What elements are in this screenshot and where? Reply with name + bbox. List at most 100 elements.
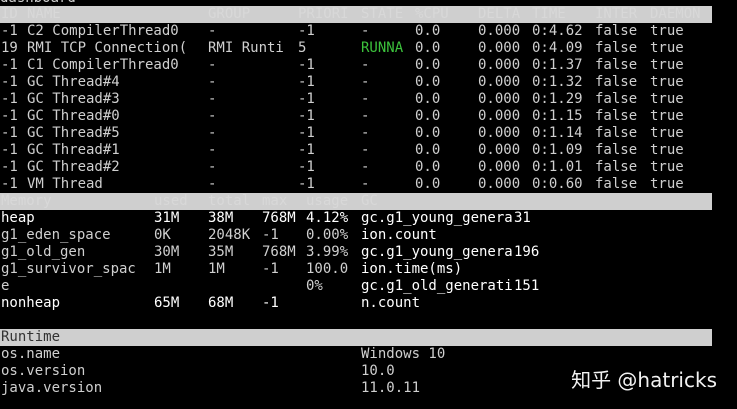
memory-max-cell: 768M xyxy=(262,244,296,260)
thread-interrupted-cell: false xyxy=(595,74,638,90)
memory-gc-cell: gc.g1_old_generatio xyxy=(361,278,513,294)
watermark-text: 知乎 @hatricks xyxy=(571,368,717,392)
thread-name-cell: C1 CompilerThread0 xyxy=(27,57,179,73)
thread-daemon-cell: true xyxy=(650,57,684,73)
memory-row[interactable]: heap 31M 38M 768M 4.12% gc.g1_young_generat 31 xyxy=(0,210,737,227)
thread-col-delta: DELTA xyxy=(478,6,521,22)
memory-col-total: total xyxy=(208,193,251,209)
thread-group-cell: - xyxy=(208,108,217,124)
thread-row[interactable]: -1 GC Thread#1 - -1 - 0.0 0.000 0:1.09 false true xyxy=(0,142,737,159)
memory-name-cell: g1_eden_space xyxy=(1,227,111,243)
thread-group-cell: - xyxy=(208,142,217,158)
thread-col-interrupted: INTER xyxy=(595,6,638,22)
thread-state-cell: - xyxy=(361,176,370,192)
thread-state-cell: RUNNA xyxy=(361,40,404,56)
memory-row[interactable]: nonheap 65M 68M -1 n.count xyxy=(0,295,737,312)
thread-daemon-cell: true xyxy=(650,74,684,90)
memory-max-cell: -1 xyxy=(262,227,279,243)
memory-max-cell: 768M xyxy=(262,210,296,226)
memory-col-usage: usage xyxy=(306,193,349,209)
thread-time-cell: 0:1.01 xyxy=(532,159,583,175)
thread-id-cell: -1 xyxy=(1,159,18,175)
thread-col-priority: PRIORI xyxy=(298,6,349,22)
runtime-row[interactable]: os.name Windows 10 xyxy=(0,346,737,363)
thread-row[interactable]: -1 GC Thread#2 - -1 - 0.0 0.000 0:1.01 false true xyxy=(0,159,737,176)
memory-used-cell: 31M xyxy=(154,210,180,226)
thread-cpu-cell: 0.0 xyxy=(415,74,441,90)
thread-row[interactable]: -1 C1 CompilerThread0 - -1 - 0.0 0.000 0:1.37 fa… xyxy=(0,57,737,74)
thread-id-cell: 19 xyxy=(1,40,18,56)
thread-row[interactable]: -1 GC Thread#4 - -1 - 0.0 0.000 0:1.32 false true xyxy=(0,74,737,91)
thread-id-cell: -1 xyxy=(1,74,18,90)
thread-time-cell: 0:1.29 xyxy=(532,91,583,107)
thread-daemon-cell: true xyxy=(650,91,684,107)
thread-interrupted-cell: false xyxy=(595,23,638,39)
thread-cpu-cell: 0.0 xyxy=(415,125,441,141)
thread-row[interactable]: -1 GC Thread#5 - -1 - 0.0 0.000 0:1.14 false true xyxy=(0,125,737,142)
memory-col-gc: GC xyxy=(361,193,378,209)
runtime-value-cell: 10.0 xyxy=(361,363,395,379)
memory-row[interactable]: g1_old_gen 30M 35M 768M 3.99% gc.g1_young_gen… xyxy=(0,244,737,261)
thread-priority-cell: -1 xyxy=(298,91,315,107)
thread-row[interactable]: -1 VM Thread - -1 - 0.0 0.000 0:0.60 false true xyxy=(0,176,737,193)
thread-group-cell: - xyxy=(208,91,217,107)
memory-usage-cell: 100.0 xyxy=(306,261,349,277)
thread-delta-cell: 0.000 xyxy=(478,108,521,124)
thread-name-cell: GC Thread#1 xyxy=(27,142,120,158)
thread-interrupted-cell: false xyxy=(595,91,638,107)
thread-id-cell: -1 xyxy=(1,108,18,124)
thread-cpu-cell: 0.0 xyxy=(415,23,441,39)
thread-delta-cell: 0.000 xyxy=(478,125,521,141)
thread-group-cell: - xyxy=(208,74,217,90)
thread-priority-cell: 5 xyxy=(298,40,307,56)
memory-used-cell: 0K xyxy=(154,227,171,243)
thread-interrupted-cell: false xyxy=(595,108,638,124)
thread-priority-cell: -1 xyxy=(298,176,315,192)
thread-interrupted-cell: false xyxy=(595,142,638,158)
memory-used-cell: 30M xyxy=(154,244,180,260)
memory-table-header: Memory used total max usage GC xyxy=(0,193,712,210)
thread-interrupted-cell: false xyxy=(595,176,638,192)
thread-time-cell: 0:4.09 xyxy=(532,40,583,56)
thread-state-cell: - xyxy=(361,159,370,175)
memory-name-cell: nonheap xyxy=(1,295,61,311)
thread-group-cell: - xyxy=(208,57,217,73)
memory-gc-cell: gc.g1_young_generat xyxy=(361,244,513,260)
thread-time-cell: 0:0.60 xyxy=(532,176,583,192)
thread-row[interactable]: -1 C2 CompilerThread0 - -1 - 0.0 0.000 0:4.62 fa… xyxy=(0,23,737,40)
thread-group-cell: - xyxy=(208,23,217,39)
thread-state-cell: - xyxy=(361,23,370,39)
thread-cpu-cell: 0.0 xyxy=(415,57,441,73)
thread-row[interactable]: 19 RMI TCP Connection(RMI Runti 5 RUNNA 0.0 0… xyxy=(0,40,737,57)
thread-time-cell: 0:1.14 xyxy=(532,125,583,141)
thread-state-cell: - xyxy=(361,142,370,158)
thread-id-cell: -1 xyxy=(1,176,18,192)
thread-row[interactable]: -1 GC Thread#0 - -1 - 0.0 0.000 0:1.15 false true xyxy=(0,108,737,125)
thread-daemon-cell: true xyxy=(650,176,684,192)
memory-gc-value-cell: 151 xyxy=(514,278,540,294)
runtime-key-cell: java.version xyxy=(1,380,103,396)
thread-daemon-cell: true xyxy=(650,108,684,124)
thread-daemon-cell: true xyxy=(650,40,684,56)
memory-usage-cell: 4.12% xyxy=(306,210,349,226)
thread-group-cell: - xyxy=(208,176,217,192)
memory-gc-cell: ion.time(ms) xyxy=(361,261,463,277)
thread-daemon-cell: true xyxy=(650,159,684,175)
memory-row[interactable]: e 0% gc.g1_old_generatio 151 xyxy=(0,278,737,295)
thread-interrupted-cell: false xyxy=(595,159,638,175)
thread-priority-cell: -1 xyxy=(298,159,315,175)
thread-row[interactable]: -1 GC Thread#3 - -1 - 0.0 0.000 0:1.29 false true xyxy=(0,91,737,108)
runtime-value-cell: Windows 10 xyxy=(361,346,446,362)
thread-cpu-cell: 0.0 xyxy=(415,108,441,124)
thread-table-header: ID NAME GROUP PRIORI STATE %CPU DELTA TIME INTER… xyxy=(0,6,712,23)
thread-col-group: GROUP xyxy=(208,6,251,22)
thread-name-cell: GC Thread#5 xyxy=(27,125,120,141)
thread-col-time: TIME xyxy=(532,6,566,22)
memory-row[interactable]: g1_survivor_spac 1M 1M -1 100.0 ion.time(ms) xyxy=(0,261,737,278)
memory-row[interactable]: g1_eden_space 0K 2048K -1 0.00% ion.count xyxy=(0,227,737,244)
thread-group-cell: - xyxy=(208,159,217,175)
memory-gc-cell: ion.count xyxy=(361,227,437,243)
thread-interrupted-cell: false xyxy=(595,125,638,141)
runtime-key-cell: os.name xyxy=(1,346,61,362)
memory-total-cell: 2048K xyxy=(208,227,251,243)
